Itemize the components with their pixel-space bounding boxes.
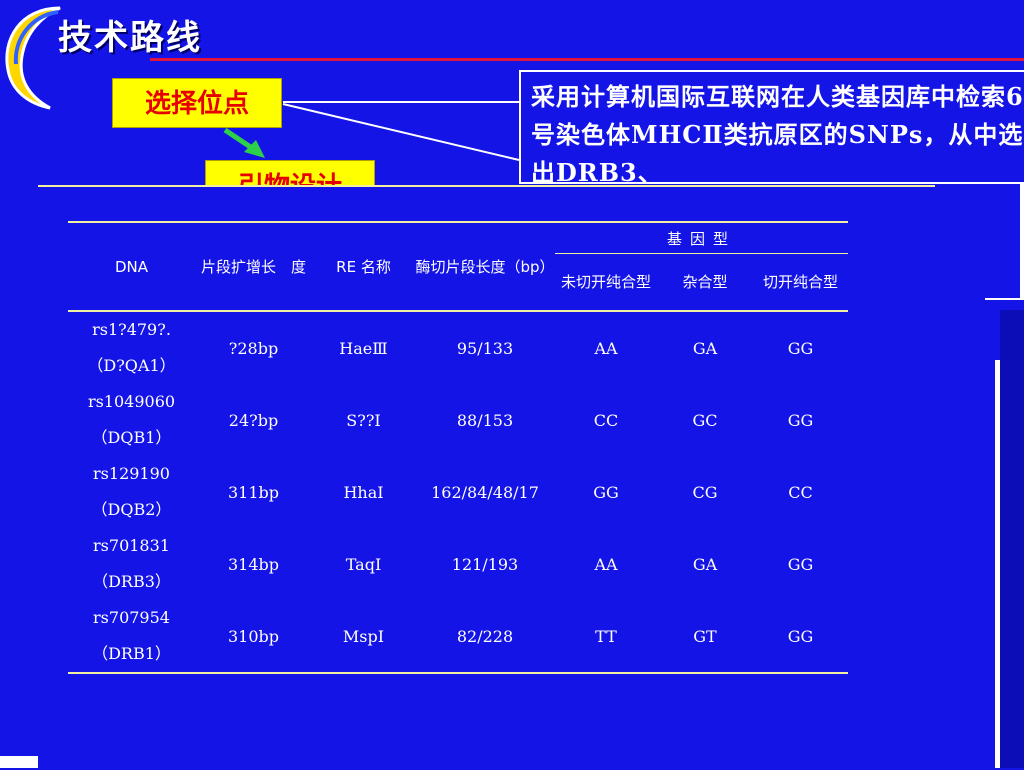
col-heterozygous-header: 杂合型 — [657, 253, 753, 312]
description-text: 采用计算机国际互联网在人类基因库中检索6号染色体MHCⅡ类抗原区的SNPs，从中… — [531, 82, 1024, 184]
dna-cell: rs707954 （DRB1） — [68, 600, 195, 674]
table-row: rs129190 （DQB2） 311bp HhaⅠ 162/84/48/17 G… — [68, 456, 848, 528]
enzyme-cell: S??Ⅰ — [346, 410, 381, 430]
fragment-length-cell: 82/228 — [415, 600, 555, 674]
genotype-table: DNA 片段扩增长 度 RE 名称 酶切片段长度（bp） 基因型 未切开纯合型 … — [68, 221, 848, 674]
dna-cell: rs129190 （DQB2） — [68, 456, 195, 528]
hetero-genotype-cell: GA — [692, 338, 718, 358]
dna-cell: rs701831 （DRB3） — [68, 528, 195, 600]
col-dna-header: DNA — [68, 221, 195, 312]
slide-side-bar — [1000, 310, 1024, 768]
slide-side-bar-edge — [995, 360, 1000, 768]
gene-name: （D?QA1） — [87, 356, 176, 375]
col-re-name-header: RE 名称 — [312, 221, 415, 312]
description-box-edge-bottom — [985, 298, 1024, 300]
hetero-genotype-cell: GC — [692, 410, 718, 430]
hetero-genotype-cell: CG — [692, 482, 718, 502]
cut-genotype-cell: CC — [788, 482, 813, 502]
uncut-genotype-cell: TT — [555, 600, 657, 674]
uncut-genotype-cell: CC — [593, 410, 619, 430]
description-box: 采用计算机国际互联网在人类基因库中检索6号染色体MHCⅡ类抗原区的SNPs，从中… — [519, 70, 1024, 184]
uncut-genotype-cell: GG — [593, 482, 619, 502]
table-row: rs1049060 （DQB1） 24?bp S??Ⅰ 88/153 CC GC … — [68, 384, 848, 456]
description-box-edge — [1020, 184, 1024, 300]
fragment-length-cell: 121/193 — [451, 554, 519, 574]
uncut-genotype-cell: AA — [594, 338, 618, 358]
gene-name: （DRB3） — [92, 572, 171, 591]
enzyme-cell: HhaⅠ — [343, 482, 384, 502]
amplicon-length-cell: 314bp — [227, 554, 280, 574]
gene-name: （DRB1） — [92, 644, 171, 663]
amplicon-length-cell: 311bp — [227, 482, 280, 502]
col-amplicon-length-header: 片段扩增长 度 — [195, 221, 312, 312]
snp-id: rs129190 — [93, 464, 170, 483]
cut-genotype-cell: GG — [753, 600, 848, 674]
amplicon-length-cell: ?28bp — [228, 338, 279, 358]
uncut-genotype-cell: AA — [594, 554, 618, 574]
col-fragment-length-header: 酶切片段长度（bp） — [415, 221, 555, 312]
table-row: rs707954 （DRB1） 310bp MspⅠ 82/228 TT GT G… — [68, 600, 848, 674]
col-genotype-header: 基因型 — [555, 221, 848, 254]
amplicon-length-cell: 24?bp — [228, 410, 279, 430]
cut-genotype-cell: GG — [787, 338, 814, 358]
fragment-length-cell: 95/133 — [456, 338, 514, 358]
hetero-genotype-cell: GA — [692, 554, 718, 574]
table-row: rs701831 （DRB3） 314bp TaqⅠ 121/193 AA GA … — [68, 528, 848, 600]
fragment-length-cell: 88/153 — [456, 410, 514, 430]
cut-genotype-cell: GG — [787, 554, 814, 574]
snp-id: rs1?479?. — [92, 320, 171, 339]
snp-id: rs701831 — [93, 536, 170, 555]
gene-name: （DQB2） — [91, 500, 172, 519]
enzyme-cell: HaeⅢ — [339, 338, 388, 358]
amplicon-length-cell: 310bp — [195, 600, 312, 674]
dna-cell: rs1?479?. （D?QA1） — [68, 311, 195, 384]
enzyme-cell: TaqⅠ — [345, 554, 382, 574]
gene-name: （DQB1） — [91, 428, 172, 447]
dna-cell: rs1049060 （DQB1） — [68, 384, 195, 456]
col-uncut-homozygous-header: 未切开纯合型 — [555, 253, 657, 312]
enzyme-cell: MspⅠ — [312, 600, 415, 674]
snp-id: rs707954 — [93, 608, 170, 627]
fragment-length-cell: 162/84/48/17 — [431, 482, 539, 502]
table-overlay-panel: DNA 片段扩增长 度 RE 名称 酶切片段长度（bp） 基因型 未切开纯合型 … — [38, 185, 935, 770]
table-header-row: DNA 片段扩增长 度 RE 名称 酶切片段长度（bp） 基因型 — [68, 221, 848, 312]
hetero-genotype-cell: GT — [657, 600, 753, 674]
snp-id: rs1049060 — [87, 392, 176, 411]
col-cut-homozygous-header: 切开纯合型 — [753, 253, 848, 312]
table-row: rs1?479?. （D?QA1） ?28bp HaeⅢ 95/133 AA GA… — [68, 311, 848, 384]
cut-genotype-cell: GG — [787, 410, 814, 430]
